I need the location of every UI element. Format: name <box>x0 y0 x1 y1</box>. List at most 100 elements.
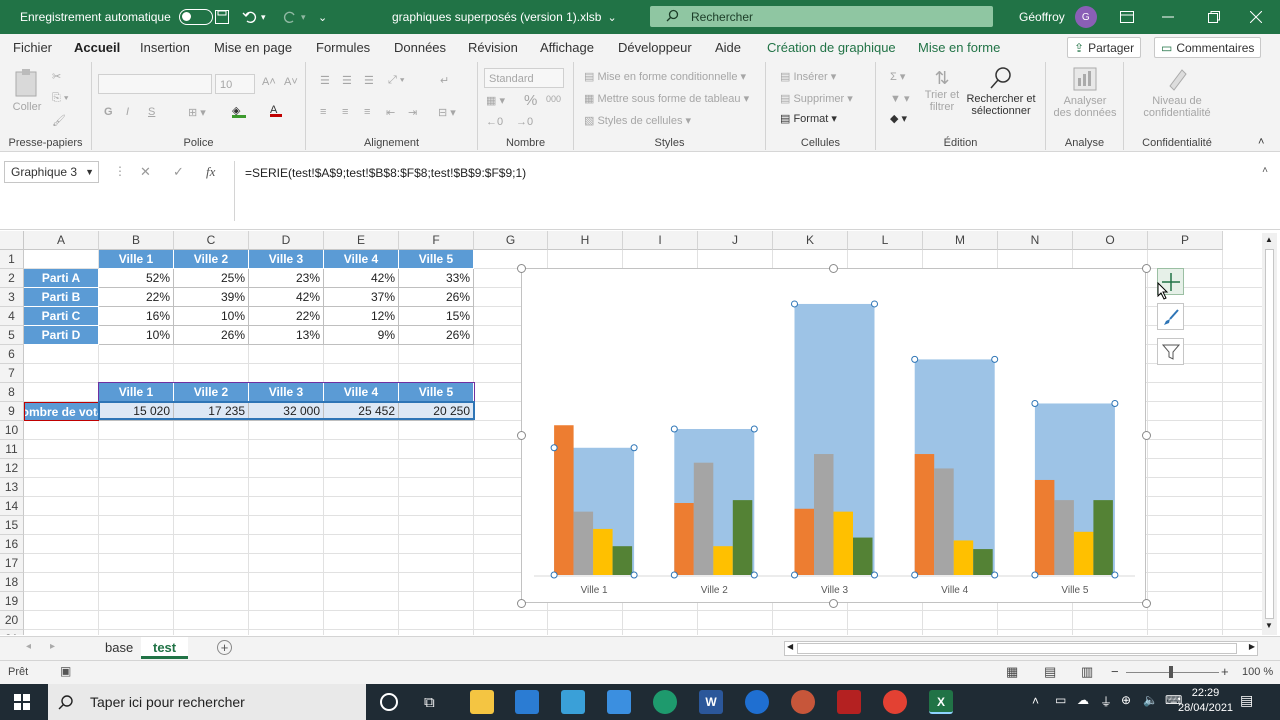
number-format-select[interactable]: Standard <box>484 68 564 88</box>
share-button[interactable]: ⇪ Partager <box>1067 37 1142 58</box>
row-header[interactable]: 2 <box>0 269 24 288</box>
file-explorer-icon[interactable] <box>470 690 494 714</box>
increase-decimal-icon[interactable]: ←0 <box>486 116 503 128</box>
chart-resize-handle[interactable] <box>516 598 526 608</box>
chart-resize-handle[interactable] <box>1141 598 1151 608</box>
table-cell[interactable]: 23% <box>249 269 324 288</box>
chart-styles-button[interactable] <box>1157 303 1184 330</box>
column-header[interactable]: F <box>399 231 474 250</box>
chart-resize-handle[interactable] <box>829 263 838 273</box>
column-header[interactable]: H <box>548 231 623 250</box>
column-header[interactable]: E <box>324 231 399 250</box>
enter-icon[interactable]: ✓ <box>173 164 184 180</box>
column-header[interactable]: N <box>998 231 1073 250</box>
table-cell[interactable]: 26% <box>399 326 474 345</box>
column-header[interactable]: D <box>249 231 324 250</box>
table-cell[interactable]: 12% <box>324 307 399 326</box>
taskbar-search[interactable]: Taper ici pour rechercher <box>48 684 366 720</box>
page-layout-icon[interactable]: ▤ <box>1044 664 1056 680</box>
save-icon[interactable] <box>214 0 230 34</box>
align-right-icon[interactable]: ≡ <box>364 106 370 118</box>
undo-icon[interactable]: ▾ <box>242 0 266 34</box>
scroll-right-icon[interactable]: ▶ <box>1249 642 1255 651</box>
row-label-cell[interactable]: Parti B <box>24 288 99 307</box>
inner-bar[interactable] <box>1073 531 1094 575</box>
task-view-icon[interactable]: ⧉ <box>424 694 435 711</box>
name-box[interactable]: Graphique 3 ▼ <box>4 161 99 183</box>
cell-styles-button[interactable]: ▧ Styles de cellules ▾ <box>584 114 691 127</box>
scroll-up-icon[interactable]: ▲ <box>1265 235 1273 244</box>
excel-icon[interactable]: X <box>929 690 953 714</box>
table-cell[interactable]: 22% <box>249 307 324 326</box>
word-icon[interactable]: W <box>699 690 723 714</box>
series-selection-handle[interactable] <box>1031 399 1039 407</box>
series-selection-handle[interactable] <box>1111 571 1119 579</box>
series-selection-handle[interactable] <box>791 300 798 308</box>
paste-button[interactable]: Coller <box>10 68 44 113</box>
merge-icon[interactable]: ⊟ ▾ <box>438 106 456 119</box>
inner-bar[interactable] <box>914 454 935 575</box>
document-title[interactable]: graphiques superposés (version 1).xlsb ⌄ <box>392 0 617 34</box>
formula-input[interactable]: =SERIE(test!$A$9;test!$B$8:$F$8;test!$B$… <box>234 161 1274 221</box>
table-cell[interactable]: 33% <box>399 269 474 288</box>
table-cell[interactable]: 10% <box>99 326 174 345</box>
macro-record-icon[interactable]: ▣ <box>60 664 71 678</box>
decrease-indent-icon[interactable]: ⇤ <box>386 106 395 119</box>
inner-bar[interactable] <box>593 528 613 575</box>
inner-bar[interactable] <box>693 462 714 575</box>
table-header-cell[interactable]: Ville 2 <box>174 250 249 269</box>
format-as-table-button[interactable]: ▦ Mettre sous forme de tableau ▾ <box>584 92 749 105</box>
table-cell[interactable]: 25% <box>174 269 249 288</box>
copy-icon[interactable]: ⎘ ▾ <box>52 92 68 105</box>
chart-filters-button[interactable] <box>1157 338 1184 365</box>
row-header[interactable]: 19 <box>0 592 24 611</box>
inner-bar[interactable] <box>853 537 873 575</box>
inner-bar[interactable] <box>674 503 694 575</box>
row-header[interactable]: 10 <box>0 421 24 440</box>
series-selection-handle[interactable] <box>750 425 758 433</box>
fill-color-icon[interactable]: ◈ <box>232 104 246 118</box>
user-account[interactable]: Géoffroy G <box>1019 0 1097 34</box>
row-header[interactable]: 9 <box>0 402 24 421</box>
ribbon-display-icon[interactable] <box>1120 0 1134 34</box>
chart-resize-handle[interactable] <box>829 598 838 608</box>
chart-resize-handle[interactable] <box>1141 263 1151 273</box>
row-header[interactable]: 12 <box>0 459 24 478</box>
add-sheet-icon[interactable]: + <box>217 640 232 655</box>
app-icon-red[interactable] <box>791 690 815 714</box>
chart-resize-handle[interactable] <box>1141 431 1151 440</box>
thousands-button[interactable]: 000 <box>546 94 561 104</box>
series-selection-handle[interactable] <box>630 571 638 579</box>
series-selection-handle[interactable] <box>1111 399 1119 407</box>
percent-button[interactable]: % <box>524 92 537 109</box>
page-break-icon[interactable]: ▥ <box>1081 664 1093 680</box>
table-cell[interactable]: 42% <box>249 288 324 307</box>
collapse-ribbon-icon[interactable]: ˄ <box>1258 136 1264 148</box>
zoom-in-icon[interactable]: + <box>1221 664 1229 679</box>
row-header[interactable]: 17 <box>0 554 24 573</box>
windows-start-icon[interactable] <box>14 694 30 713</box>
search-box[interactable]: Rechercher <box>650 6 993 27</box>
table-cell[interactable]: 42% <box>324 269 399 288</box>
sensitivity-button[interactable]: Niveau de confidentialité <box>1128 66 1226 119</box>
underline-button[interactable]: S <box>148 106 155 118</box>
row-header[interactable]: 8 <box>0 383 24 402</box>
table-cell[interactable]: 26% <box>174 326 249 345</box>
taskbar-clock[interactable]: 22:29 28/04/2021 <box>1178 686 1233 716</box>
normal-view-icon[interactable]: ▦ <box>1006 664 1018 680</box>
analyze-data-button[interactable]: Analyser des données <box>1050 66 1120 119</box>
font-color-icon[interactable]: A <box>270 104 282 117</box>
prev-sheet-icon[interactable]: ◂ <box>26 641 31 652</box>
table-cell[interactable]: 39% <box>174 288 249 307</box>
insert-cells-button[interactable]: ▤ Insérer ▾ <box>780 70 836 83</box>
column-header[interactable]: J <box>698 231 773 250</box>
more-options-icon[interactable]: ⋮ <box>114 164 126 178</box>
row-header[interactable]: 5 <box>0 326 24 345</box>
orientation-icon[interactable]: ⤢ ▾ <box>388 74 404 87</box>
tab-creation-graphique[interactable]: Création de graphique <box>767 40 896 55</box>
vertical-scroll-thumb[interactable] <box>1265 249 1274 619</box>
increase-font-icon[interactable]: A˄ <box>262 76 276 88</box>
autosave-toggle[interactable] <box>178 9 213 25</box>
sort-filter-button[interactable]: ⇅ Trier et filtrer <box>922 68 962 113</box>
sheet-tab-test[interactable]: test <box>141 637 189 659</box>
